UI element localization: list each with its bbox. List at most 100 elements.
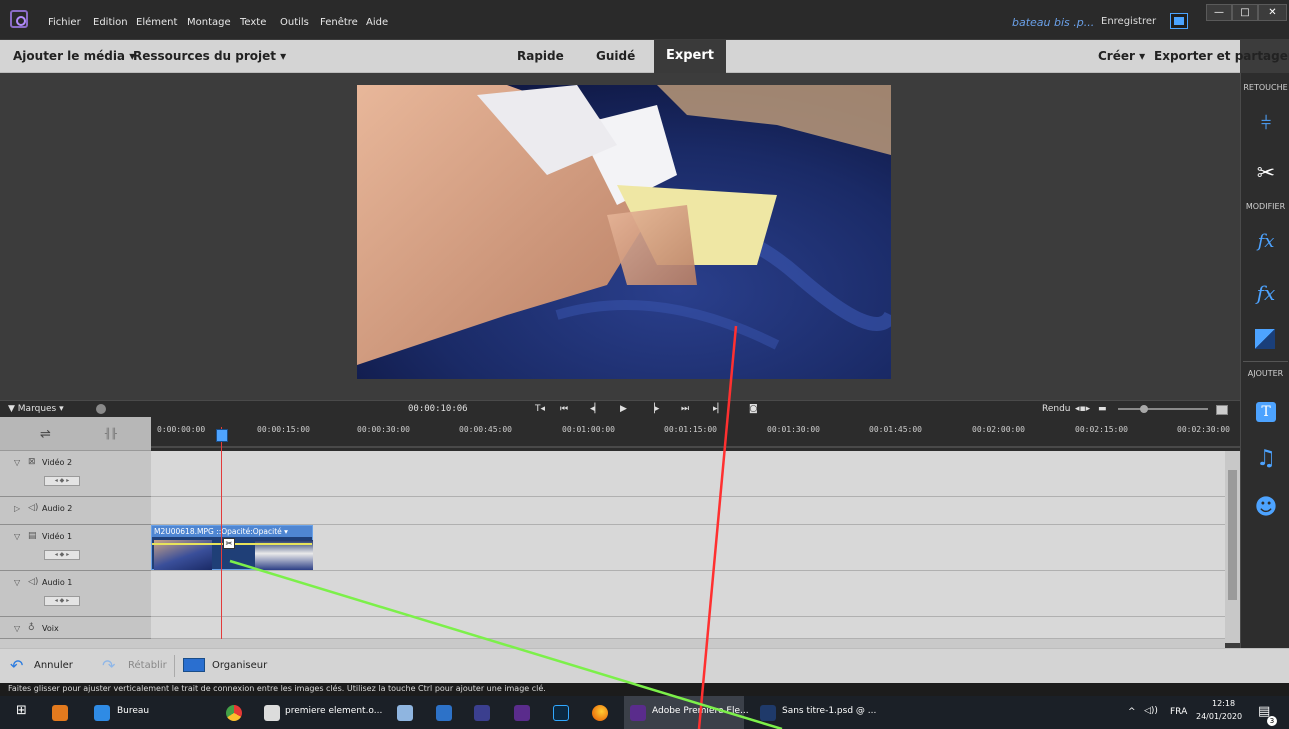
undo-button[interactable]: Annuler xyxy=(34,660,73,671)
fullscreen-icon[interactable] xyxy=(1170,13,1188,29)
divider xyxy=(174,655,175,677)
taskbar-active-item[interactable]: Adobe Premiere Ele... xyxy=(624,696,749,729)
render-range-icon[interactable]: ◂▪▸ xyxy=(1075,404,1090,414)
audio-waveform-icon[interactable]: ╢╟ xyxy=(105,429,117,440)
mode-expert-tab[interactable]: Expert xyxy=(654,40,726,73)
maximize-button[interactable]: □ xyxy=(1232,4,1258,21)
timecode-display[interactable]: 00:00:10:06 xyxy=(408,404,468,414)
menu-montage[interactable]: Montage xyxy=(187,17,231,28)
adjust-sliders-icon[interactable]: ⫩ xyxy=(1253,111,1279,137)
clock-date[interactable]: 24/01/2020 xyxy=(1196,712,1242,721)
playhead-handle[interactable] xyxy=(216,429,228,442)
mode-rapide-tab[interactable]: Rapide xyxy=(517,49,564,63)
step-forward-icon[interactable]: ▕▸ xyxy=(648,404,659,414)
video-preview[interactable] xyxy=(357,85,891,379)
minimize-button[interactable]: — xyxy=(1206,4,1232,21)
photoshop-icon[interactable] xyxy=(553,705,569,721)
close-button[interactable]: ✕ xyxy=(1258,4,1287,21)
menu-fenetre[interactable]: Fenêtre xyxy=(320,17,358,28)
expand-toggle-icon[interactable]: ▷ xyxy=(14,504,20,513)
collapse-toggle-icon[interactable]: ▽ xyxy=(14,624,20,633)
taskbar-app-premiere-doc[interactable]: premiere element.o... xyxy=(285,706,382,716)
marks-dropdown[interactable]: ▼ Marques ▾ xyxy=(8,404,64,414)
desktop-icon[interactable] xyxy=(94,705,110,721)
app-logo-icon[interactable] xyxy=(10,10,28,28)
track-header-video1[interactable]: ▽ ▤ Vidéo 1 ◂ ◆ ▸ xyxy=(0,525,151,571)
zoom-out-icon[interactable]: ▬ xyxy=(1098,404,1107,414)
fit-timeline-icon[interactable] xyxy=(1216,405,1228,415)
track-header-audio1[interactable]: ▽ ◁) Audio 1 ◂ ◆ ▸ xyxy=(0,571,151,617)
tools-icon[interactable]: ✂ xyxy=(1253,161,1279,187)
transitions-icon[interactable] xyxy=(1255,329,1275,349)
menu-element[interactable]: Elément xyxy=(136,17,177,28)
file-icon[interactable] xyxy=(264,705,280,721)
organizer-icon[interactable] xyxy=(183,658,205,672)
volume-icon[interactable]: ◁)) xyxy=(1144,706,1158,716)
collapse-toggle-icon[interactable]: ▽ xyxy=(14,532,20,541)
timeline-horizontal-scrollbar[interactable] xyxy=(0,639,1225,648)
titles-text-icon[interactable]: T xyxy=(1256,402,1276,422)
menu-fichier[interactable]: Fichier xyxy=(48,17,81,28)
render-button[interactable]: Rendu xyxy=(1042,404,1071,414)
play-icon[interactable]: ▶ xyxy=(620,404,627,414)
time-ruler[interactable]: 0:00:00:00 00:00:15:00 00:00:30:00 00:00… xyxy=(151,417,1240,451)
language-indicator[interactable]: FRA xyxy=(1170,707,1187,717)
prev-edit-icon[interactable]: ⏮ xyxy=(560,404,568,414)
taskbar-desktop[interactable]: Bureau xyxy=(117,706,149,716)
redo-icon[interactable]: ↷ xyxy=(102,656,115,675)
next-edit-icon[interactable]: ⏭ xyxy=(681,404,689,414)
redo-button[interactable]: Rétablir xyxy=(128,660,167,671)
organizer-button[interactable]: Organiseur xyxy=(212,660,267,671)
firefox-icon[interactable] xyxy=(592,705,608,721)
tray-chevron-icon[interactable]: ^ xyxy=(1128,707,1136,717)
menu-aide[interactable]: Aide xyxy=(366,17,388,28)
keyframe-controls[interactable]: ◂ ◆ ▸ xyxy=(44,596,80,606)
keyframe-controls[interactable]: ◂ ◆ ▸ xyxy=(44,476,80,486)
keyframe-controls[interactable]: ◂ ◆ ▸ xyxy=(44,550,80,560)
track-audio2[interactable] xyxy=(151,497,1225,525)
track-header-audio2[interactable]: ▷ ◁) Audio 2 xyxy=(0,497,151,525)
save-button[interactable]: Enregistrer xyxy=(1101,16,1156,27)
track-video2[interactable] xyxy=(151,451,1225,497)
scrollbar-thumb[interactable] xyxy=(1228,470,1237,600)
taskbar-photoshop-item[interactable]: Sans titre-1.psd @ ... xyxy=(752,696,882,729)
track-audio1[interactable] xyxy=(151,571,1225,617)
step-back-icon[interactable]: ◂▏ xyxy=(590,404,601,414)
applied-effects-icon[interactable]: fx xyxy=(1253,229,1279,255)
menu-texte[interactable]: Texte xyxy=(240,17,266,28)
undo-icon[interactable]: ↶ xyxy=(10,656,23,675)
media-app-icon[interactable] xyxy=(52,705,68,721)
help-icon[interactable] xyxy=(96,404,106,414)
menu-outils[interactable]: Outils xyxy=(280,17,309,28)
mode-guide-tab[interactable]: Guidé xyxy=(596,49,635,63)
windows-start-icon[interactable]: ⊞ xyxy=(16,703,27,718)
project-resources-button[interactable]: Ressources du projet ▾ xyxy=(133,49,286,63)
track-voice[interactable] xyxy=(151,617,1225,639)
zoom-slider-track[interactable] xyxy=(1118,408,1208,410)
music-icon[interactable]: ♫ xyxy=(1253,446,1279,472)
track-height-icon[interactable]: ⇌ xyxy=(40,427,51,442)
collapse-toggle-icon[interactable]: ▽ xyxy=(14,578,20,587)
add-media-button[interactable]: Ajouter le média ▾ xyxy=(13,49,135,63)
create-button[interactable]: Créer ▾ xyxy=(1098,49,1145,63)
app-icon[interactable] xyxy=(436,705,452,721)
graphics-icon[interactable]: ☻ xyxy=(1253,495,1279,521)
snapshot-camera-icon[interactable]: ◙ xyxy=(749,404,758,414)
zoom-slider-handle[interactable] xyxy=(1140,405,1148,413)
track-header-video2[interactable]: ▽ ⊠ Vidéo 2 ◂ ◆ ▸ xyxy=(0,451,151,497)
premiere-icon[interactable] xyxy=(474,705,490,721)
collapse-toggle-icon[interactable]: ▽ xyxy=(14,458,20,467)
clock-time[interactable]: 12:18 xyxy=(1212,699,1235,708)
ruler-ticks xyxy=(151,446,1240,448)
menu-edition[interactable]: Edition xyxy=(93,17,128,28)
go-to-end-icon[interactable]: ▸▏ xyxy=(713,404,724,414)
effects-icon[interactable]: fx xyxy=(1253,280,1279,306)
track-name: Audio 1 xyxy=(42,578,73,587)
chrome-icon[interactable] xyxy=(226,705,242,721)
video-clip[interactable]: M2U00618.MPG ::Opacité:Opacité ▾ ✂ xyxy=(151,525,313,570)
track-header-voice[interactable]: ▽ ♁ Voix xyxy=(0,617,151,639)
export-share-button[interactable]: Exporter et partager xyxy=(1154,49,1289,63)
premiere-elements-icon[interactable] xyxy=(514,705,530,721)
go-to-start-icon[interactable]: T◂ xyxy=(535,404,545,414)
app-icon[interactable] xyxy=(397,705,413,721)
